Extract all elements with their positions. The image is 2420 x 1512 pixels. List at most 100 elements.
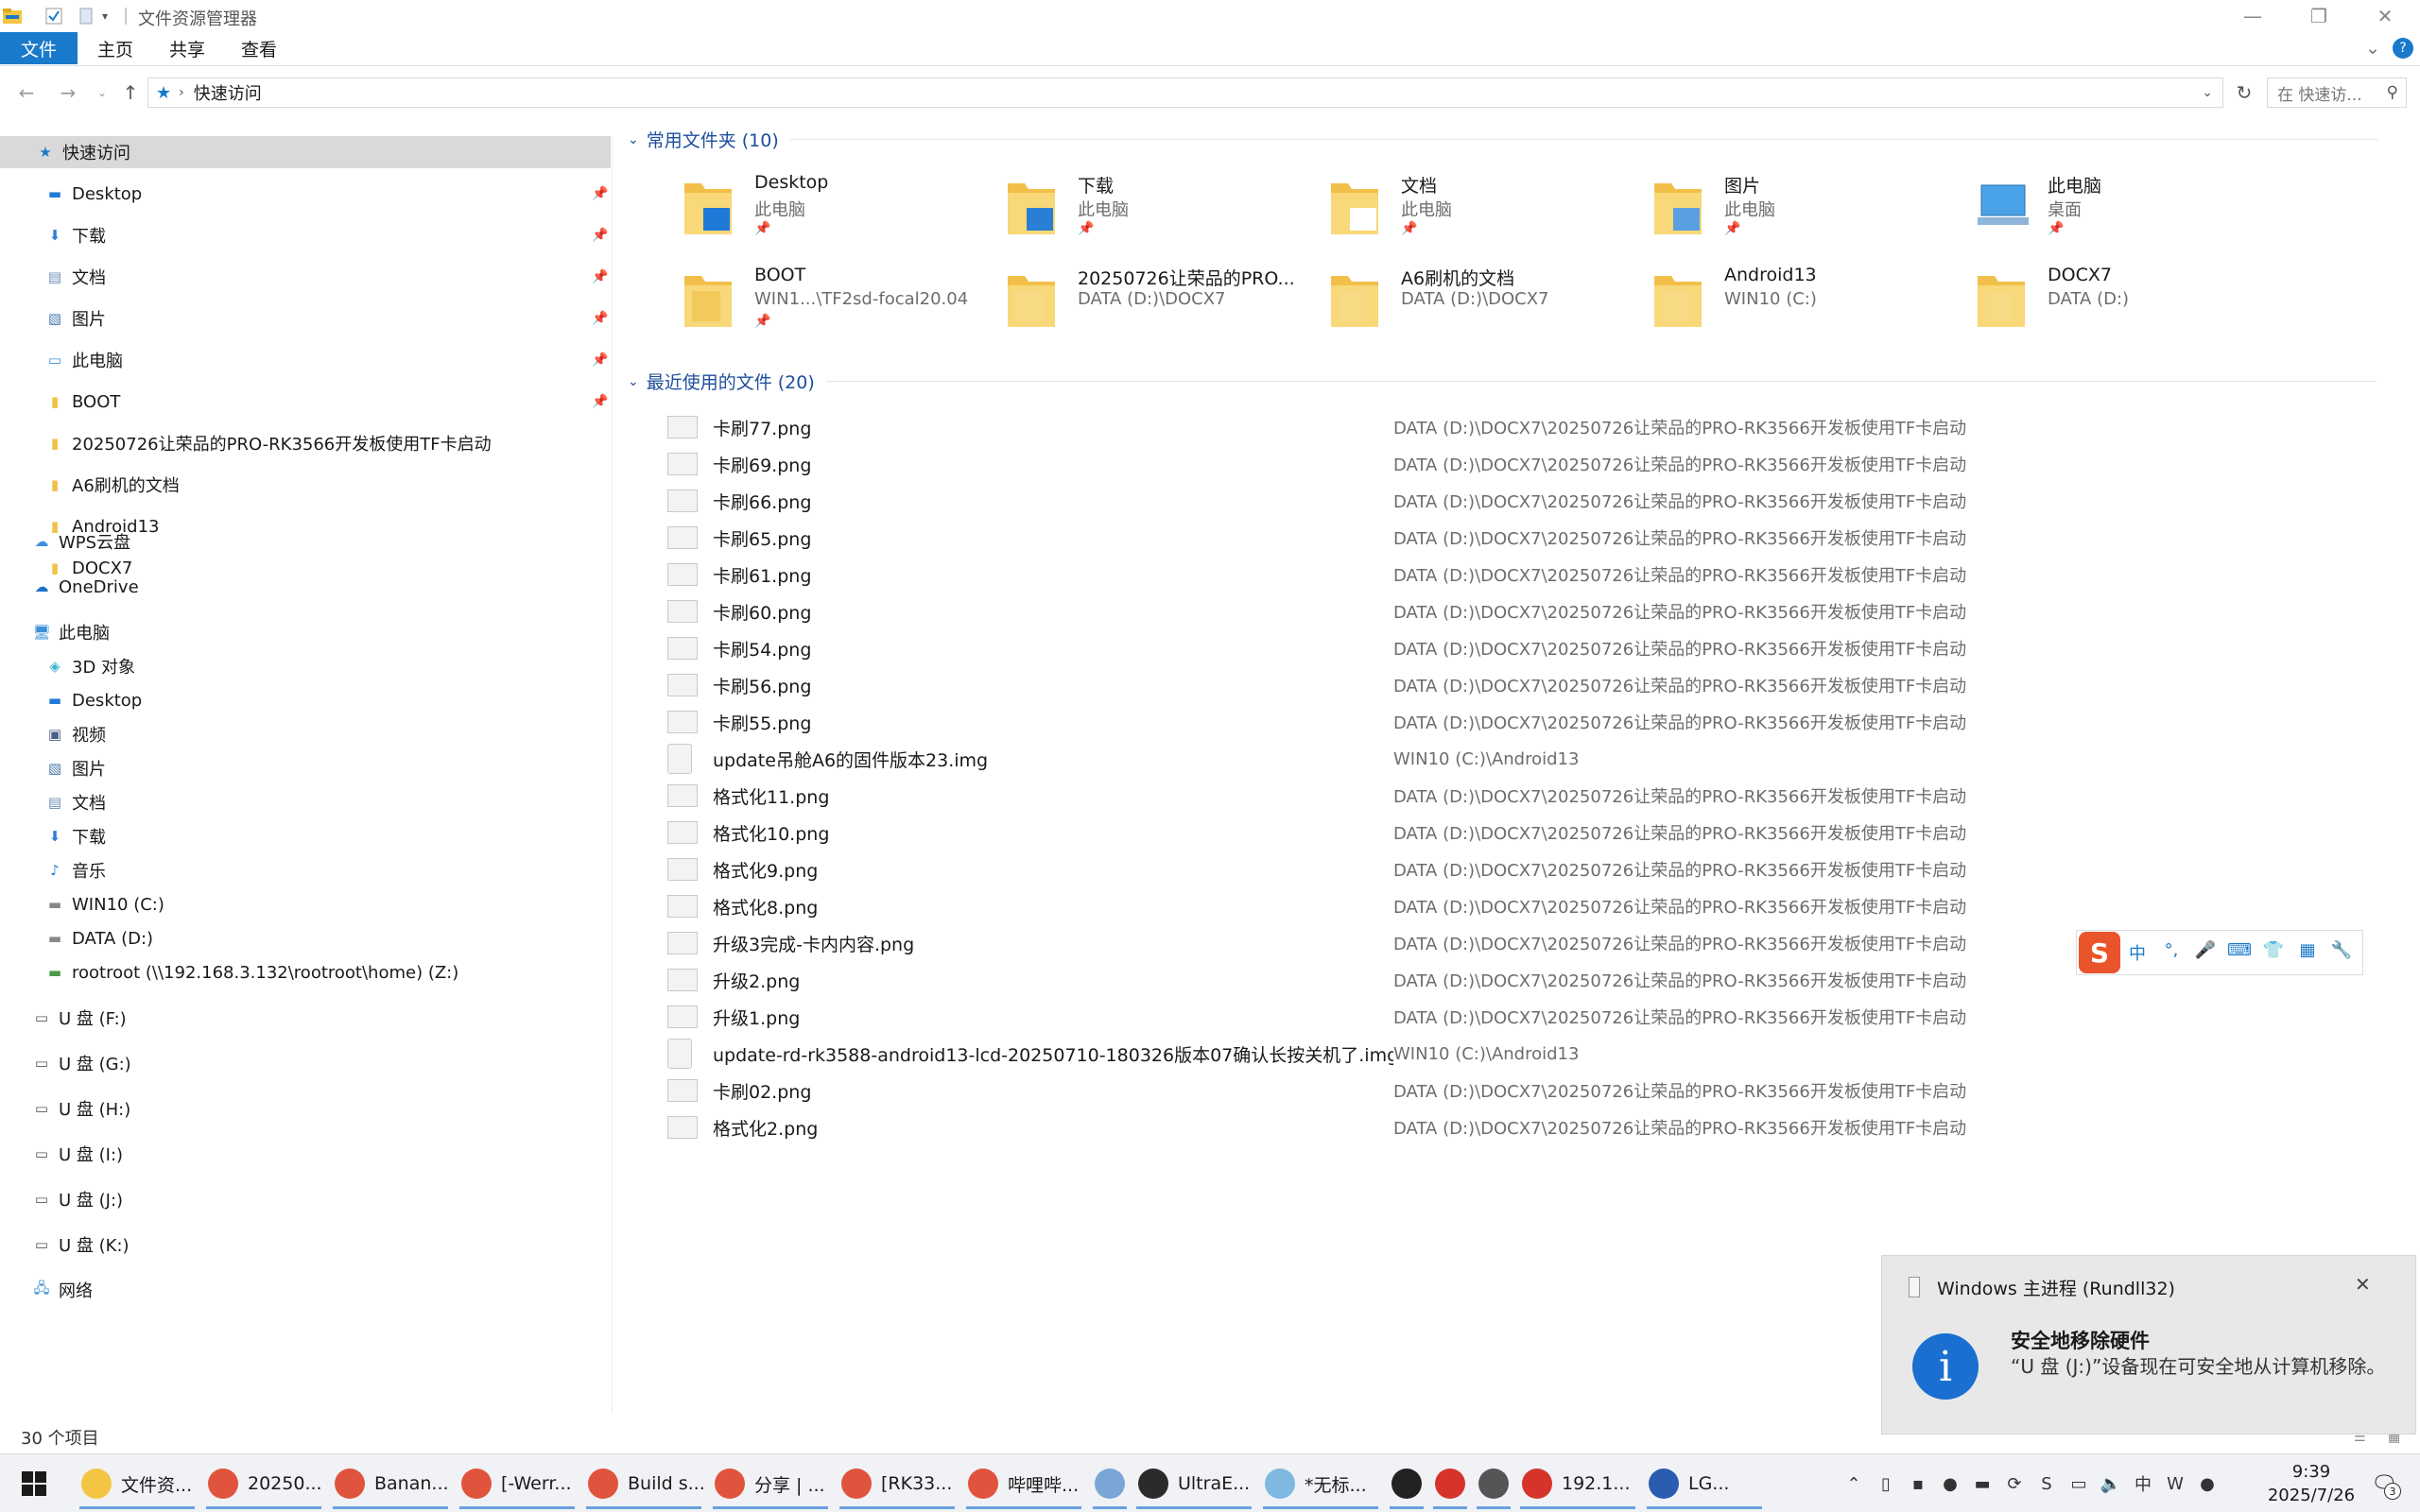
nav-pc-item[interactable]: ◈ 3D 对象 bbox=[0, 650, 611, 682]
taskbar-app-button[interactable]: UltraE... bbox=[1132, 1458, 1255, 1509]
ime-toolbar-item[interactable]: °, bbox=[2154, 940, 2188, 965]
recent-file-row[interactable]: 卡刷66.png DATA (D:)\DOCX7\20250726让荣品的PRO-… bbox=[667, 484, 2407, 518]
explorer-app-icon[interactable] bbox=[2, 6, 23, 26]
taskbar-app-button[interactable]: 哔哩哔... bbox=[962, 1458, 1085, 1509]
back-arrow-icon[interactable]: ← bbox=[13, 79, 40, 106]
start-button[interactable] bbox=[15, 1458, 53, 1509]
nav-pc-item[interactable]: ▣ 视频 bbox=[0, 718, 611, 750]
wps-tray-icon[interactable]: W bbox=[2159, 1468, 2191, 1500]
up-arrow-icon[interactable]: ↑ bbox=[117, 79, 144, 106]
frequent-folder-tile[interactable]: 此电脑 桌面 📌 bbox=[1966, 168, 2278, 253]
chevron-up-icon[interactable]: ⌃ bbox=[1838, 1468, 1870, 1500]
toast-close-button[interactable]: ✕ bbox=[2355, 1273, 2371, 1296]
nav-usb-drive[interactable]: ▭ U 盘 (G:) bbox=[0, 1047, 611, 1079]
pin-icon[interactable]: 📌 bbox=[1078, 221, 1094, 236]
maximize-button[interactable]: ❐ bbox=[2286, 0, 2352, 32]
properties-icon[interactable] bbox=[43, 6, 64, 26]
frequent-folder-tile[interactable]: 图片 此电脑 📌 bbox=[1643, 168, 1955, 253]
taskbar-app-button[interactable]: 192.1... bbox=[1516, 1458, 1639, 1509]
nav-pc-item[interactable]: ♪ 音乐 bbox=[0, 854, 611, 886]
recent-file-row[interactable]: 卡刷61.png DATA (D:)\DOCX7\20250726让荣品的PRO-… bbox=[667, 558, 2407, 592]
recent-file-row[interactable]: 卡刷55.png DATA (D:)\DOCX7\20250726让荣品的PRO-… bbox=[667, 705, 2407, 739]
close-button[interactable]: ✕ bbox=[2352, 0, 2418, 32]
nav-pc-item[interactable]: ▬ rootroot (\\192.168.3.132\rootroot\home… bbox=[0, 956, 611, 988]
recent-file-row[interactable]: 卡刷65.png DATA (D:)\DOCX7\20250726让荣品的PRO-… bbox=[667, 521, 2407, 555]
wechat-icon[interactable]: ● bbox=[1934, 1468, 1966, 1500]
tab-file[interactable]: 文件 bbox=[0, 32, 78, 64]
frequent-folders-header[interactable]: ⌄ 常用文件夹 (10) bbox=[628, 127, 2378, 152]
breadcrumb-location[interactable]: 快速访问 bbox=[194, 80, 262, 105]
frequent-folder-tile[interactable]: 文档 此电脑 📌 bbox=[1320, 168, 1632, 253]
nav-pc-item[interactable]: ▬ WIN10 (C:) bbox=[0, 888, 611, 920]
recent-files-header[interactable]: ⌄ 最近使用的文件 (20) bbox=[628, 369, 2377, 394]
frequent-folder-tile[interactable]: 20250726让荣品的PRO... DATA (D:)\DOCX7 bbox=[996, 261, 1308, 346]
forward-arrow-icon[interactable]: → bbox=[55, 79, 81, 106]
nav-pc-item[interactable]: ▤ 文档 bbox=[0, 786, 611, 818]
nav-usb-drive[interactable]: ▭ U 盘 (K:) bbox=[0, 1228, 611, 1261]
nav-pc-item[interactable]: ▬ DATA (D:) bbox=[0, 922, 611, 954]
pin-icon[interactable]: 📌 bbox=[592, 394, 608, 409]
network-icon[interactable]: ▭ bbox=[2063, 1468, 2095, 1500]
recent-file-row[interactable]: 升级1.png DATA (D:)\DOCX7\20250726让荣品的PRO-R… bbox=[667, 1000, 2407, 1034]
taskbar-app-button[interactable]: 文件资... bbox=[76, 1458, 199, 1509]
recent-file-row[interactable]: 格式化2.png DATA (D:)\DOCX7\20250726让荣品的PRO-… bbox=[667, 1110, 2407, 1144]
green-icon[interactable]: ● bbox=[2191, 1468, 2223, 1500]
frequent-folder-tile[interactable]: A6刷机的文档 DATA (D:)\DOCX7 bbox=[1320, 261, 1632, 346]
recent-file-row[interactable]: update吊舱A6的固件版本23.img WIN10 (C:)\Android1… bbox=[667, 742, 2407, 776]
sync-icon[interactable]: ⟳ bbox=[1998, 1468, 2031, 1500]
frequent-folder-tile[interactable]: Android13 WIN10 (C:) bbox=[1643, 261, 1955, 346]
breadcrumb-chevron-icon[interactable]: › bbox=[179, 85, 184, 100]
customize-quick-access-icon[interactable]: ▾ bbox=[102, 6, 123, 26]
nav-quick-access[interactable]: ★ 快速访问 bbox=[0, 136, 611, 168]
ime-toolbar-item[interactable]: 中 bbox=[2120, 940, 2154, 965]
nav-quick-item[interactable]: ▮ A6刷机的文档 bbox=[0, 469, 611, 501]
taskbar-app-button[interactable]: 分享 | ... bbox=[709, 1458, 832, 1509]
recent-file-row[interactable]: 卡刷69.png DATA (D:)\DOCX7\20250726让荣品的PRO-… bbox=[667, 447, 2407, 481]
nav-quick-item[interactable]: ▧ 图片 📌 bbox=[0, 302, 611, 335]
sogou-icon[interactable]: S bbox=[2031, 1468, 2063, 1500]
refresh-icon[interactable]: ↻ bbox=[2231, 79, 2257, 106]
ime-toolbar-item[interactable]: 👕 bbox=[2256, 940, 2290, 965]
nav-pc-item[interactable]: ⬇ 下载 bbox=[0, 820, 611, 852]
taskbar-app-button[interactable]: LG... bbox=[1643, 1458, 1766, 1509]
nav-quick-item[interactable]: ⬇ 下载 📌 bbox=[0, 219, 611, 251]
nav-this-pc[interactable]: 🖥 此电脑 bbox=[0, 616, 611, 648]
nav-quick-item[interactable]: ▮ BOOT 📌 bbox=[0, 386, 611, 418]
nav-usb-drive[interactable]: ▭ U 盘 (J:) bbox=[0, 1183, 611, 1215]
pin-icon[interactable]: 📌 bbox=[592, 311, 608, 326]
taskbar-app-button[interactable] bbox=[1429, 1458, 1471, 1509]
app-icon[interactable]: ▪ bbox=[1902, 1468, 1934, 1500]
nav-usb-drive[interactable]: ▭ U 盘 (F:) bbox=[0, 1002, 611, 1034]
address-bar[interactable]: ★ › 快速访问 ⌄ bbox=[147, 77, 2223, 108]
tab-home[interactable]: 主页 bbox=[85, 32, 146, 64]
taskbar-app-button[interactable]: 20250... bbox=[202, 1458, 325, 1509]
ime-icon[interactable]: 中 bbox=[2127, 1468, 2159, 1500]
usb-icon[interactable]: ▯ bbox=[1870, 1468, 1902, 1500]
minimize-button[interactable]: — bbox=[2220, 0, 2286, 32]
nav-pc-item[interactable]: ▬ Desktop bbox=[0, 684, 611, 716]
recent-file-row[interactable]: 卡刷02.png DATA (D:)\DOCX7\20250726让荣品的PRO-… bbox=[667, 1074, 2407, 1108]
pin-icon[interactable]: 📌 bbox=[592, 186, 608, 201]
help-button[interactable]: ? bbox=[2392, 32, 2414, 64]
new-folder-icon[interactable] bbox=[76, 6, 96, 26]
frequent-folder-tile[interactable]: BOOT WIN1...\TF2sd-focal20.04 📌 bbox=[673, 261, 985, 346]
taskbar-app-button[interactable]: Build s... bbox=[582, 1458, 705, 1509]
frequent-folder-tile[interactable]: DOCX7 DATA (D:) bbox=[1966, 261, 2278, 346]
recent-file-row[interactable]: 格式化11.png DATA (D:)\DOCX7\20250726让荣品的PRO… bbox=[667, 779, 2407, 813]
sogou-logo-icon[interactable]: S bbox=[2079, 932, 2120, 973]
ime-toolbar-item[interactable]: 🔧 bbox=[2325, 940, 2359, 965]
pin-icon[interactable]: 📌 bbox=[2048, 221, 2064, 236]
taskbar-app-button[interactable]: [RK33... bbox=[836, 1458, 959, 1509]
taskbar-clock[interactable]: 9:39 2025/7/26 bbox=[2250, 1460, 2373, 1507]
notification-toast[interactable]: Windows 主进程 (Rundll32) ✕ i 安全地移除硬件 “U 盘 … bbox=[1881, 1255, 2416, 1435]
nav-quick-item[interactable]: ▮ 20250726让荣品的PRO-RK3566开发板使用TF卡启动 bbox=[0, 427, 611, 459]
tab-view[interactable]: 查看 bbox=[229, 32, 289, 64]
nav-quick-item[interactable]: ▭ 此电脑 📌 bbox=[0, 344, 611, 376]
collapse-chevron-icon[interactable]: ⌄ bbox=[628, 374, 639, 389]
nav-network[interactable]: 🖧 网络 bbox=[0, 1274, 611, 1306]
battery-icon[interactable]: ▬ bbox=[1966, 1468, 1998, 1500]
recent-file-row[interactable]: update-rd-rk3588-android13-lcd-20250710-… bbox=[667, 1037, 2407, 1071]
search-input[interactable]: 在 快速访... ⚲ bbox=[2267, 77, 2407, 108]
ime-toolbar-item[interactable]: ▦ bbox=[2290, 940, 2325, 965]
tab-share[interactable]: 共享 bbox=[157, 32, 217, 64]
